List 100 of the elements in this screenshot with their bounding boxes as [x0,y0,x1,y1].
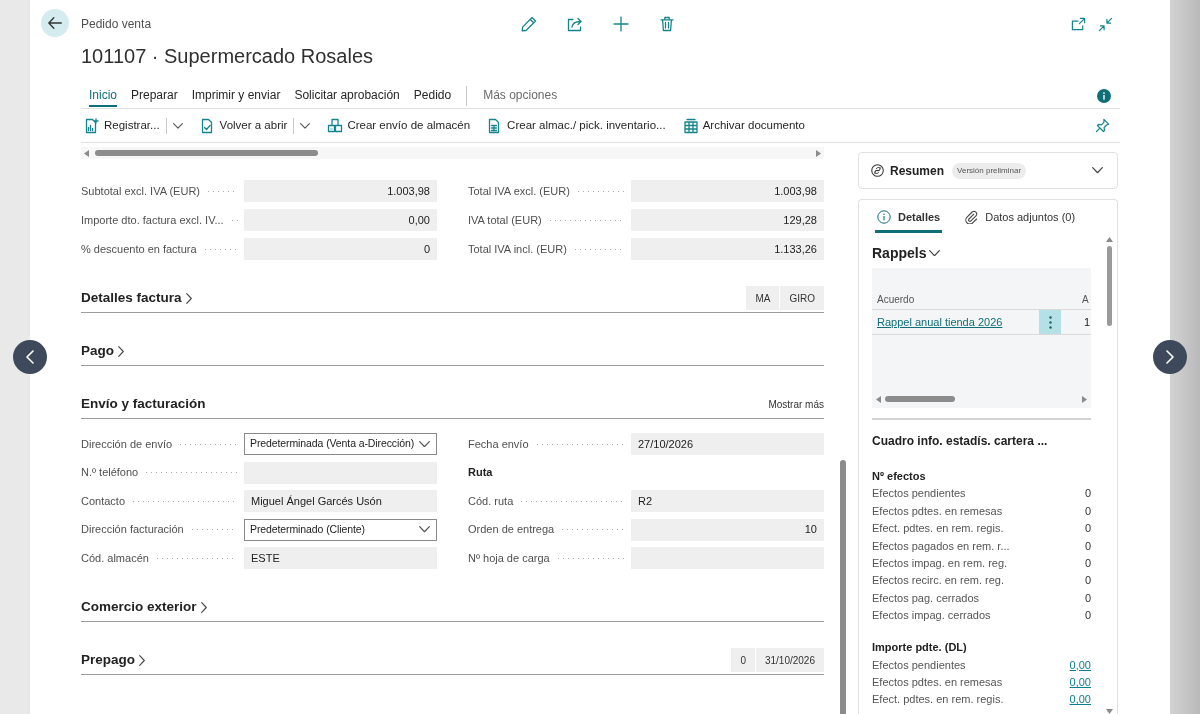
field-label: Total IVA excl. (EUR) [468,183,570,199]
input-field[interactable]: 0 [244,238,437,260]
scrollbar-thumb[interactable] [885,396,955,402]
dropdown-field[interactable]: Predeterminado (Cliente) [244,518,437,541]
info-icon[interactable] [1097,88,1111,103]
input-field[interactable]: 129,28 [631,209,824,231]
new-button[interactable] [611,14,631,34]
scrollbar-thumb[interactable] [95,150,318,156]
section-header[interactable]: Detalles factura [81,288,192,309]
amount-link[interactable]: 0,00 [1069,656,1091,674]
stat-value: 0 [1084,590,1091,606]
back-button[interactable] [41,9,69,37]
chevron-down-icon [419,440,430,448]
chevron-down-icon [172,122,183,129]
action-tab[interactable]: Imprimir y enviar [191,84,281,107]
chevron-right-icon [200,602,207,613]
field-label: Orden de entrega [468,522,555,538]
amount-link[interactable]: 0,00 [1069,673,1091,691]
trash-icon [659,16,675,32]
field-label: % descuento en factura [81,241,197,257]
scrollbar-thumb[interactable] [840,460,846,714]
chevron-right-icon [185,293,192,304]
stat-label: Efect. pdtes. en rem. regis. [872,521,1004,537]
stat-value: 0 [1084,521,1091,537]
field-label: Dirección facturación [81,522,184,538]
scrollbar-thumb[interactable] [1107,246,1112,326]
toolbar-button[interactable]: Crear almac./ pick. inventario... [484,116,672,135]
stat-label: Efectos pdtes. en remesas [872,503,1003,519]
arrow-up-icon [1106,237,1113,242]
input-field[interactable]: R2 [631,490,824,512]
action-tab[interactable]: Preparar [131,84,178,107]
field-label: Importe dto. factura excl. IV... [81,212,224,228]
arrow-right-icon [1082,395,1087,403]
toolbar-button[interactable]: Volver a abrir [196,116,294,135]
horizontal-scrollbar[interactable] [81,147,824,159]
input-field[interactable]: 1.003,98 [244,180,437,202]
more-options-tab[interactable]: Más opciones [483,84,558,107]
vertical-dots-icon [1048,315,1052,329]
stat-value: 0 [1084,608,1091,624]
edit-button[interactable] [519,14,539,34]
pin-button[interactable] [1093,116,1112,135]
swirl-icon [871,164,884,177]
stats-title: Cuadro info. estadís. cartera ... [872,433,1049,450]
section-header[interactable]: Pago [81,341,124,362]
stat-label: Efectos recirc. en rem. reg. [872,573,1005,589]
group-heading: Ruta [468,465,493,481]
amount-link[interactable]: 0,00 [1069,691,1091,708]
stat-label: Efectos pendientes [872,657,966,673]
window-arrow-icon [1071,16,1086,32]
column-header: Acuerdo [876,293,916,307]
section-header[interactable]: Comercio exterior [81,597,207,618]
document-chart-icon [84,117,100,134]
input-field[interactable]: 10 [631,518,824,541]
toolbar-button[interactable]: Archivar documento [679,116,811,135]
stat-value: 0 [1084,538,1091,554]
field-label: IVA total (EUR) [468,212,542,228]
input-field[interactable]: 0,00 [244,209,437,231]
expand-button[interactable] [1090,165,1105,176]
chevron-left-icon [26,350,34,364]
stat-label: Efectos pendientes [872,486,966,502]
section-header[interactable]: Prepago [81,650,145,671]
summary-value: 0 [731,648,755,672]
summary-value: 31/10/2026 [755,648,824,672]
dropdown-field[interactable]: Predeterminada (Venta a-Dirección) [244,433,437,455]
input-field[interactable]: Miguel Ángel Garcés Usón [244,490,437,512]
group-heading: Importe pdte. (DL) [872,640,968,656]
paperclip-icon [964,210,979,224]
section-header[interactable]: Envío y facturación [81,394,206,415]
stat-label: Efectos impag. en rem. reg. [872,556,1008,571]
vertical-scrollbar[interactable] [1105,234,1114,714]
pencil-icon [521,16,537,32]
input-field[interactable]: 1.133,26 [631,238,824,260]
arrow-left-icon [84,149,89,157]
toolbar-button[interactable]: Crear envío de almacén [324,116,477,135]
factbox-tab[interactable]: Datos adjuntos (0) [962,204,1078,233]
factbox-tab[interactable]: Detalles [875,204,943,233]
delete-button[interactable] [657,14,677,34]
list-title[interactable]: Rappels [872,243,941,263]
show-more-link[interactable]: Mostrar más [768,397,824,412]
chevron-down-icon [929,249,941,257]
action-tab[interactable]: Inicio [89,84,117,107]
row-menu-button[interactable] [1039,310,1061,334]
action-tab[interactable]: Solicitar aprobación [294,84,400,107]
arrow-left-icon [48,17,62,29]
summary-value: MA [746,286,780,310]
input-field[interactable]: 27/10/2026 [631,433,824,455]
info-outline-icon [877,210,891,224]
group-heading: Nº efectos [872,469,927,484]
input-field[interactable]: 1.003,98 [631,180,824,202]
stat-value: 0 [1084,486,1091,502]
stat-label: Efectos impag. cerrados [872,608,991,624]
table-cell-text: 1 [1083,314,1091,330]
toolbar-button[interactable]: Registrar... [81,116,166,135]
field-label: Dirección de envío [81,436,173,452]
field-label: Cód. ruta [468,493,514,509]
action-tab[interactable]: Pedido [413,84,452,107]
chevron-down-icon [419,526,430,533]
input-field[interactable]: ESTE [244,547,437,569]
agreement-link[interactable]: Rappel anual tienda 2026 [872,313,1039,331]
field-label: Fecha envío [468,436,529,452]
